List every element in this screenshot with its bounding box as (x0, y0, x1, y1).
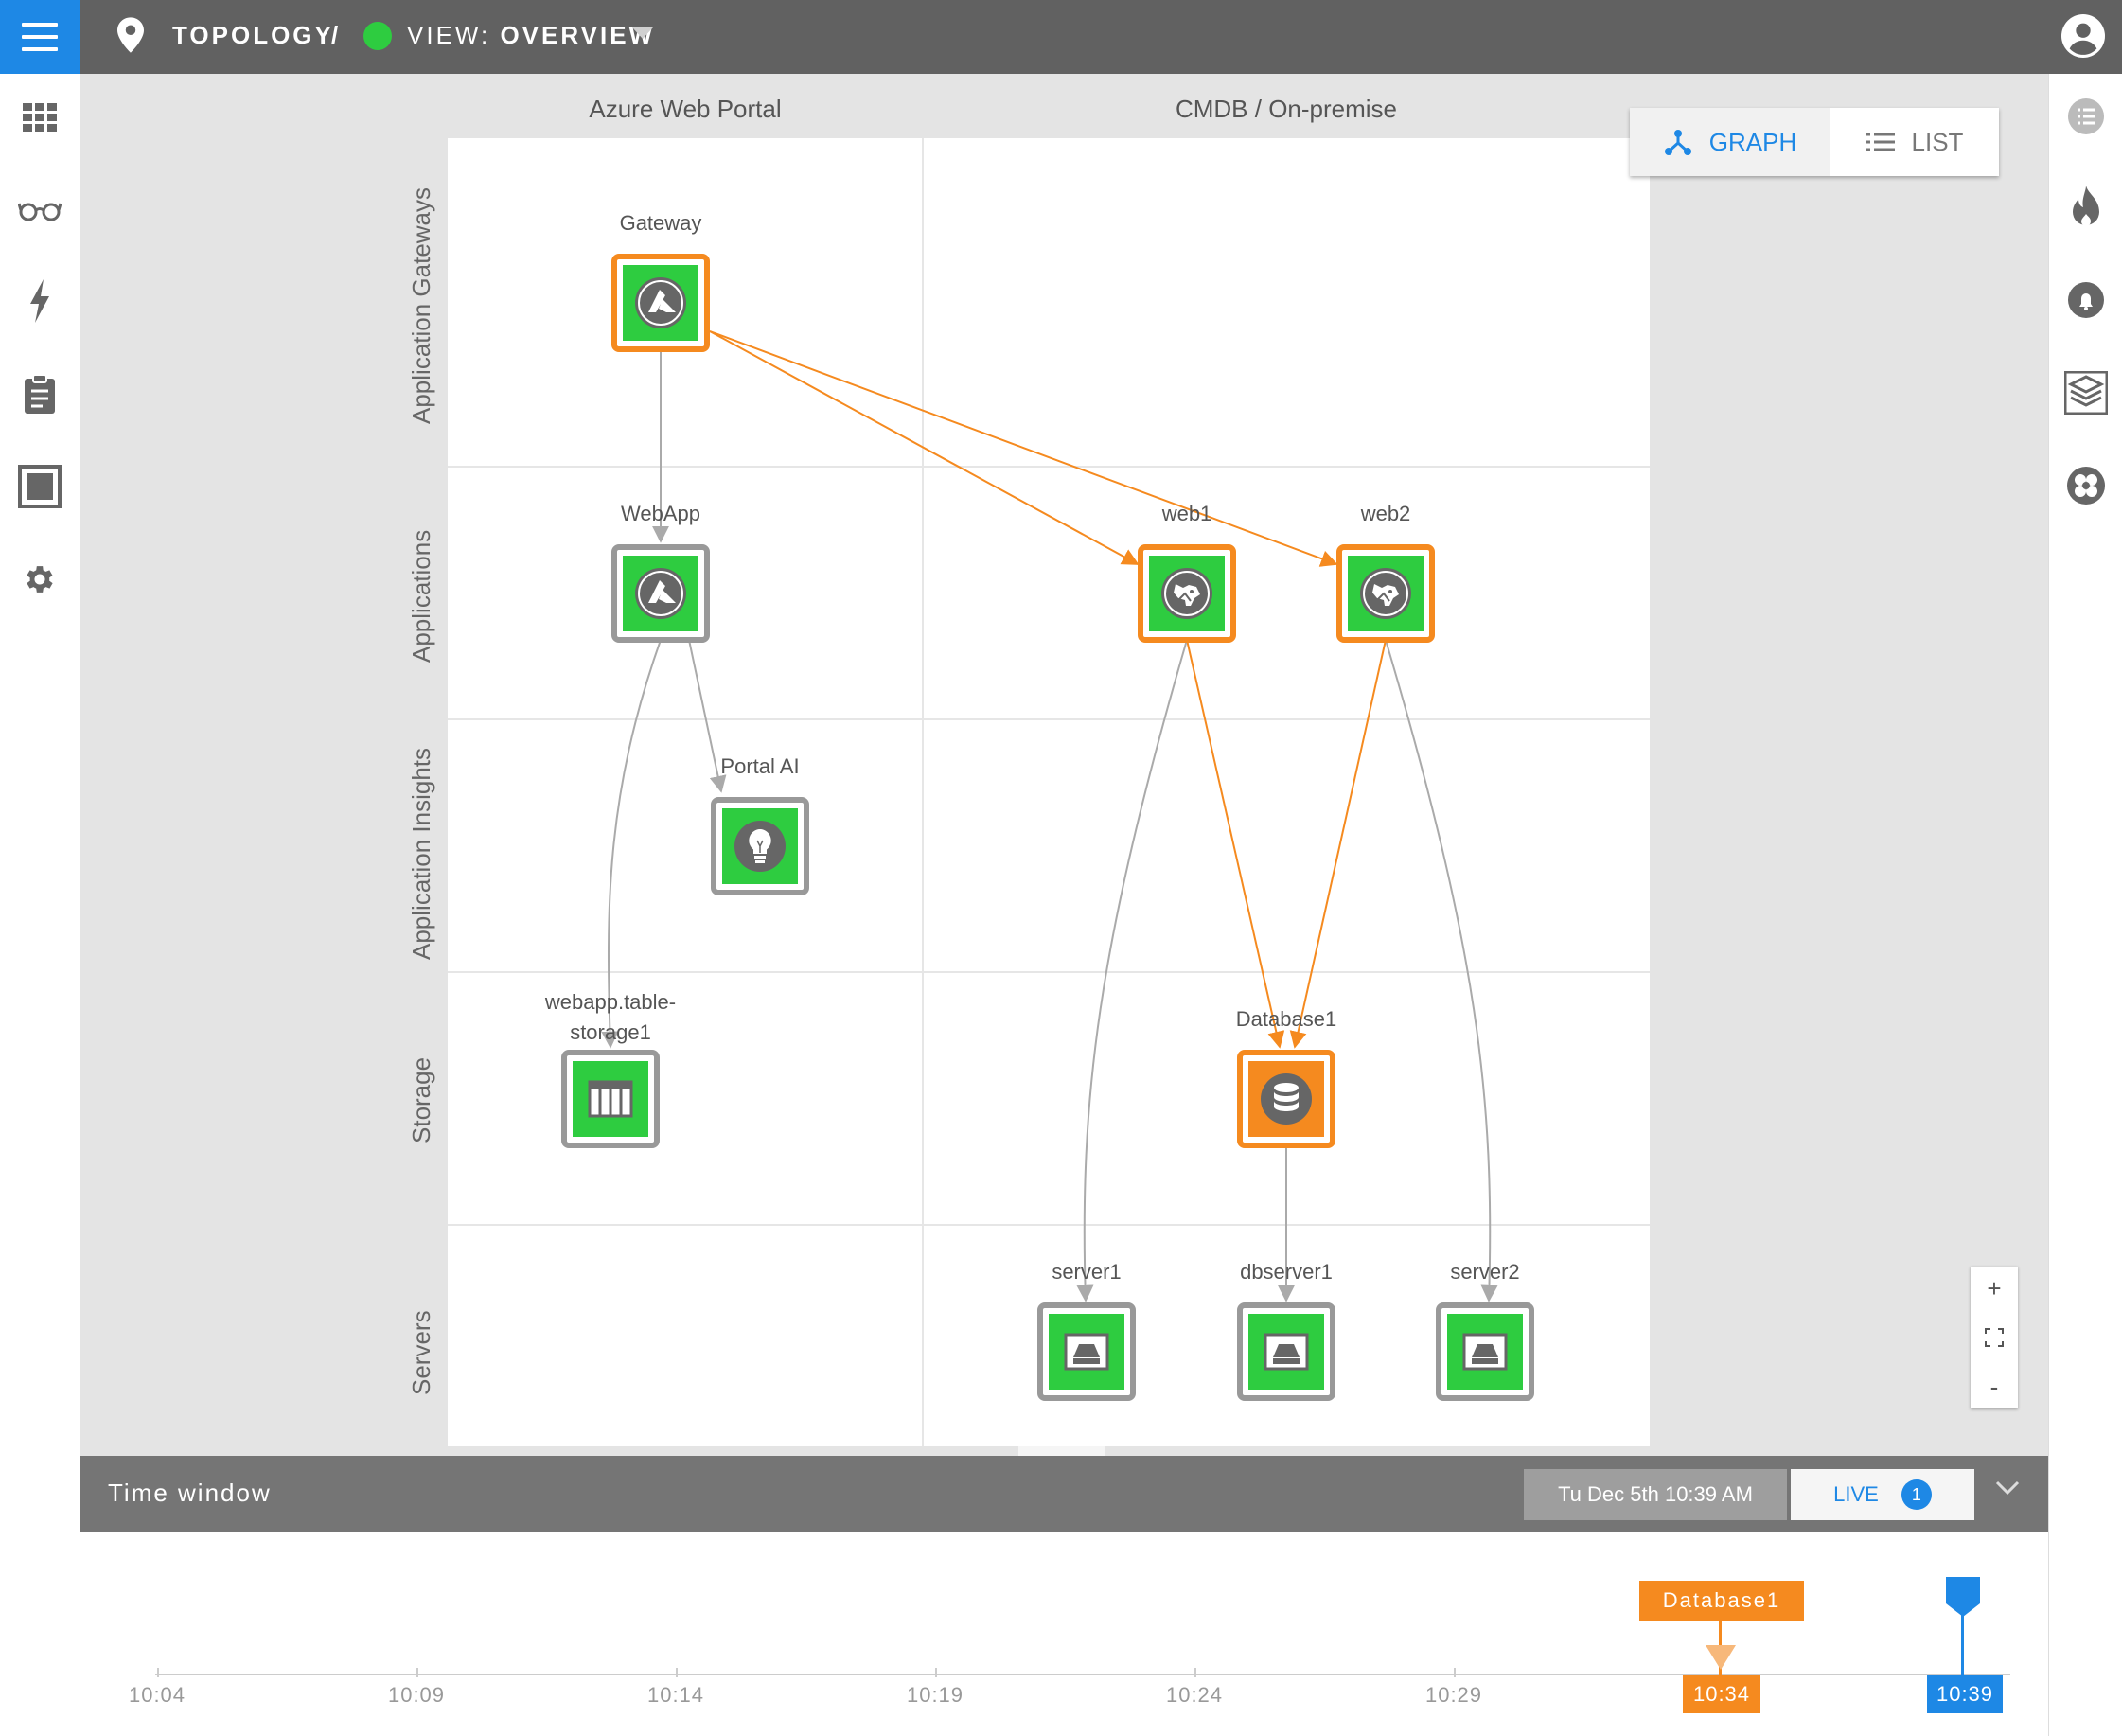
event-marker-triangle-icon (1706, 1645, 1736, 1670)
gear-icon[interactable] (17, 557, 62, 602)
breadcrumb-separator: / (331, 21, 342, 49)
node-web2[interactable] (1336, 544, 1435, 643)
right-sidebar (2048, 74, 2122, 1736)
node-portal-ai[interactable] (711, 797, 809, 895)
node-dbserver1[interactable] (1237, 1302, 1335, 1401)
zoom-in-button[interactable]: + (1971, 1267, 2018, 1310)
node-label-web1: web1 (1161, 502, 1212, 525)
node-gateway[interactable] (611, 254, 710, 352)
list-circle-icon[interactable] (2064, 95, 2108, 138)
row-title-gateways: Application Gateways (407, 186, 435, 424)
row-title-servers: Servers (407, 1310, 435, 1395)
layers-icon[interactable] (2064, 371, 2108, 415)
hard-drive-icon (1064, 1333, 1109, 1371)
breadcrumb-topology[interactable]: TOPOLOGY (172, 21, 334, 50)
node-server1[interactable] (1037, 1302, 1136, 1401)
timeline-tick (1454, 1668, 1456, 1677)
column-title-cmdb: CMDB / On-premise (1175, 95, 1398, 123)
timeline-tick-label: 10:24 (1165, 1683, 1224, 1707)
row-title-applications: Applications (407, 529, 435, 663)
list-icon (1866, 133, 1895, 151)
graph-icon (1664, 130, 1691, 155)
chevron-down-icon[interactable] (632, 27, 653, 39)
event-marker-label[interactable]: Database1 (1639, 1581, 1804, 1621)
list-view-button[interactable]: LIST (1830, 108, 1999, 176)
node-label-server1: server1 (1052, 1260, 1122, 1284)
clipboard-icon[interactable] (17, 371, 62, 416)
live-count-badge: 1 (1901, 1479, 1932, 1510)
timeline-tick (416, 1668, 418, 1677)
server-app-icon (1360, 568, 1411, 619)
node-label-storage-line1: webapp.table- (544, 990, 677, 1014)
view-prefix: VIEW: (407, 21, 501, 49)
event-time-badge: 10:34 (1683, 1675, 1760, 1713)
list-label: LIST (1911, 127, 1964, 156)
timeline-tick (935, 1668, 937, 1677)
view-toggle: GRAPH LIST (1630, 108, 1999, 176)
graph-view-button[interactable]: GRAPH (1630, 108, 1830, 176)
node-database1[interactable] (1237, 1050, 1335, 1148)
live-button[interactable]: LIVE 1 (1791, 1469, 1974, 1520)
table-icon (588, 1080, 633, 1118)
timeline-tick (157, 1668, 159, 1677)
node-label-webapp: WebApp (621, 502, 700, 525)
account-icon[interactable] (2061, 14, 2105, 58)
node-label-web2: web2 (1360, 502, 1411, 525)
view-selector[interactable]: VIEW: OVERVIEW (407, 21, 655, 50)
node-webapp[interactable] (611, 544, 710, 643)
server-app-icon (1161, 568, 1212, 619)
flame-icon[interactable] (2064, 186, 2108, 229)
node-label-storage-line2: storage1 (570, 1020, 651, 1044)
database-icon (1261, 1073, 1312, 1125)
timeline-tick-label: 10:04 (128, 1683, 186, 1707)
status-indicator-icon (363, 22, 392, 50)
top-bar: TOPOLOGY / VIEW: OVERVIEW (0, 0, 2122, 74)
current-time-handle[interactable] (1946, 1577, 1980, 1603)
timeline-tick-label: 10:14 (646, 1683, 705, 1707)
fit-screen-icon[interactable] (1971, 1316, 2018, 1359)
current-time-badge: 10:39 (1927, 1675, 2003, 1713)
location-pin-icon (117, 17, 144, 53)
canvas-resize-handle[interactable] (1018, 1446, 1105, 1456)
timeline-tick-label: 10:29 (1424, 1683, 1483, 1707)
node-label-dbserver1: dbserver1 (1240, 1260, 1333, 1284)
dashboard-icon[interactable] (17, 95, 62, 140)
node-label-gateway: Gateway (619, 211, 702, 235)
node-label-portal-ai: Portal AI (720, 754, 800, 778)
row-title-storage: Storage (407, 1056, 435, 1143)
cluster-icon[interactable] (2064, 464, 2108, 507)
time-window-bar: Time window Tu Dec 5th 10:39 AM LIVE 1 (80, 1456, 2048, 1532)
row-title-insights: Application Insights (407, 747, 435, 960)
azure-icon (635, 277, 686, 328)
lightning-icon[interactable] (17, 278, 62, 324)
zoom-controls: + - (1971, 1267, 2018, 1408)
azure-icon (635, 568, 686, 619)
live-label: LIVE (1833, 1482, 1879, 1506)
time-window-date[interactable]: Tu Dec 5th 10:39 AM (1524, 1469, 1787, 1520)
column-title-azure: Azure Web Portal (589, 95, 782, 123)
node-server2[interactable] (1436, 1302, 1534, 1401)
square-icon[interactable] (17, 464, 62, 509)
node-webapp-table-storage1[interactable] (561, 1050, 660, 1148)
chevron-down-icon[interactable] (1995, 1480, 2020, 1496)
timeline-tick-label: 10:09 (387, 1683, 446, 1707)
timeline[interactable]: 10:04 10:09 10:14 10:19 10:24 10:29 Data… (80, 1532, 2048, 1736)
node-web1[interactable] (1138, 544, 1236, 643)
timeline-tick-label: 10:19 (906, 1683, 964, 1707)
node-label-server2: server2 (1450, 1260, 1520, 1284)
current-time-handle-tip (1946, 1603, 1980, 1617)
lightbulb-icon (734, 821, 786, 872)
zoom-out-button[interactable]: - (1971, 1365, 2018, 1408)
graph-label: GRAPH (1708, 127, 1797, 156)
left-sidebar (0, 74, 80, 1736)
hamburger-menu-icon[interactable] (0, 0, 80, 74)
bell-icon[interactable] (2064, 278, 2108, 322)
time-window-title: Time window (108, 1479, 272, 1507)
hard-drive-icon (1264, 1333, 1309, 1371)
timeline-tick (1194, 1668, 1196, 1677)
hard-drive-icon (1462, 1333, 1508, 1371)
node-label-database1: Database1 (1235, 1007, 1337, 1031)
timeline-tick (676, 1668, 678, 1677)
glasses-icon[interactable] (17, 187, 62, 233)
